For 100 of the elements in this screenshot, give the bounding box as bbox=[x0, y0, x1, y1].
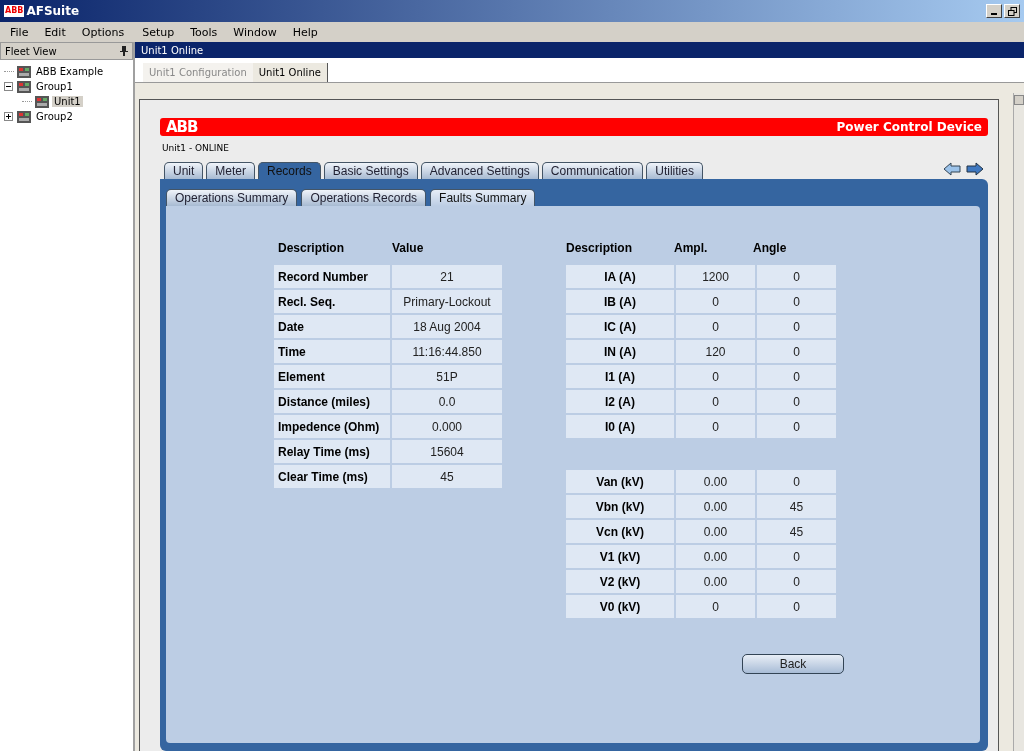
table-cell: I1 (A) bbox=[566, 365, 676, 390]
table-cell: IB (A) bbox=[566, 290, 676, 315]
table-cell: 0 bbox=[757, 315, 838, 340]
table-cell: Relay Time (ms) bbox=[274, 440, 392, 465]
pin-icon[interactable] bbox=[120, 46, 128, 56]
tab[interactable]: Utilities bbox=[646, 162, 703, 179]
table-cell: 11:16:44.850 bbox=[392, 340, 504, 365]
table-cell: Date bbox=[274, 315, 392, 340]
table-cell: 0 bbox=[757, 290, 838, 315]
table-cell: 0.00 bbox=[676, 570, 757, 595]
table-cell: Vbn (kV) bbox=[566, 495, 676, 520]
restore-button[interactable] bbox=[1004, 4, 1020, 18]
table-cell: 45 bbox=[757, 520, 838, 545]
table-cell: 0.000 bbox=[392, 415, 504, 440]
table-cell: Clear Time (ms) bbox=[274, 465, 392, 490]
back-button[interactable]: Back bbox=[742, 654, 844, 674]
table-cell: Time bbox=[274, 340, 392, 365]
device-icon bbox=[16, 64, 32, 79]
menu-item[interactable]: Help bbox=[284, 25, 326, 39]
restore-icon bbox=[1007, 6, 1017, 16]
table-cell: 0 bbox=[757, 545, 838, 570]
table-cell: 0 bbox=[676, 290, 757, 315]
table-cell: Recl. Seq. bbox=[274, 290, 392, 315]
table-cell: Primary-Lockout bbox=[392, 290, 504, 315]
tree-item[interactable]: ABB Example bbox=[34, 66, 106, 77]
minimize-button[interactable] bbox=[986, 4, 1002, 18]
table-cell: IN (A) bbox=[566, 340, 676, 365]
table-cell: 15604 bbox=[392, 440, 504, 465]
table-cell: 0.00 bbox=[676, 495, 757, 520]
menu-item[interactable]: Edit bbox=[36, 25, 74, 39]
table-cell: IA (A) bbox=[566, 265, 676, 290]
table-cell: 0.00 bbox=[676, 520, 757, 545]
tab[interactable]: Meter bbox=[206, 162, 256, 179]
table-cell: Vcn (kV) bbox=[566, 520, 676, 545]
sub-tab[interactable]: Operations Summary bbox=[166, 189, 298, 206]
document-title: Unit1 Online bbox=[141, 44, 204, 56]
column-header: Angle bbox=[753, 241, 788, 255]
table-cell: 18 Aug 2004 bbox=[392, 315, 504, 340]
table-cell: 0 bbox=[757, 340, 838, 365]
column-header: Value bbox=[392, 241, 425, 255]
tree-item[interactable]: Group1 bbox=[34, 81, 75, 92]
scrollbar[interactable] bbox=[1013, 93, 1024, 751]
table-cell: 51P bbox=[392, 365, 504, 390]
column-header: Description bbox=[277, 241, 345, 255]
table-cell: 0 bbox=[757, 365, 838, 390]
table-cell: 0 bbox=[757, 470, 838, 495]
tab[interactable]: Advanced Settings bbox=[420, 162, 539, 179]
back-arrow-icon[interactable] bbox=[943, 162, 961, 176]
table-cell: 0 bbox=[676, 595, 757, 620]
table-cell: 0 bbox=[757, 595, 838, 620]
table-cell: 0 bbox=[676, 315, 757, 340]
tree-item[interactable]: Group2 bbox=[34, 111, 75, 122]
table-cell: 0 bbox=[757, 415, 838, 440]
table-cell: Van (kV) bbox=[566, 470, 676, 495]
table-cell: 0 bbox=[676, 415, 757, 440]
table-cell: 0 bbox=[757, 570, 838, 595]
column-header: Description bbox=[566, 241, 633, 255]
table-cell: Record Number bbox=[274, 265, 392, 290]
table-cell: 0 bbox=[757, 390, 838, 415]
table-cell: V0 (kV) bbox=[566, 595, 676, 620]
device-icon bbox=[16, 79, 32, 94]
table-cell: 0 bbox=[676, 365, 757, 390]
tree-item[interactable]: Unit1 bbox=[52, 96, 83, 107]
table-cell: 45 bbox=[757, 495, 838, 520]
table-cell: 0.00 bbox=[676, 470, 757, 495]
table-cell: 45 bbox=[392, 465, 504, 490]
tab[interactable]: Basic Settings bbox=[323, 162, 418, 179]
menu-item[interactable]: File bbox=[2, 25, 37, 39]
window-title: AFSuite bbox=[26, 4, 80, 18]
sub-tab[interactable]: Operations Records bbox=[301, 189, 427, 206]
table-cell: V2 (kV) bbox=[566, 570, 676, 595]
expander-icon[interactable] bbox=[4, 112, 14, 121]
table-cell: 0.0 bbox=[392, 390, 504, 415]
table-cell: 21 bbox=[392, 265, 504, 290]
forward-arrow-icon[interactable] bbox=[966, 162, 984, 176]
menu-item[interactable]: Window bbox=[225, 25, 285, 39]
brand-logo: ABB bbox=[166, 118, 198, 136]
table-cell: 120 bbox=[676, 340, 757, 365]
table-cell: IC (A) bbox=[566, 315, 676, 340]
table-cell: 0 bbox=[757, 265, 838, 290]
table-cell: Element bbox=[274, 365, 392, 390]
table-cell: Distance (miles) bbox=[274, 390, 392, 415]
panel-title: Fleet View bbox=[5, 45, 57, 57]
table-cell: 0 bbox=[676, 390, 757, 415]
device-status: Unit1 - ONLINE bbox=[161, 142, 230, 155]
device-icon bbox=[16, 109, 32, 124]
sub-tab[interactable]: Faults Summary bbox=[430, 189, 536, 206]
product-name: Power Control Device bbox=[836, 120, 982, 134]
expander-icon[interactable] bbox=[4, 82, 14, 91]
menu-item[interactable]: Setup bbox=[134, 25, 183, 39]
menu-item[interactable]: Tools bbox=[182, 25, 226, 39]
table-cell: I2 (A) bbox=[566, 390, 676, 415]
table-cell: I0 (A) bbox=[566, 415, 676, 440]
tab[interactable]: Communication bbox=[541, 162, 644, 179]
app-logo: ABB bbox=[4, 5, 25, 17]
table-cell: Impedence (Ohm) bbox=[274, 415, 392, 440]
device-icon bbox=[34, 94, 50, 109]
document-tab[interactable]: Unit1 Online bbox=[252, 63, 328, 82]
menu-item[interactable]: Options bbox=[73, 25, 133, 39]
tab[interactable]: Unit bbox=[164, 162, 204, 179]
